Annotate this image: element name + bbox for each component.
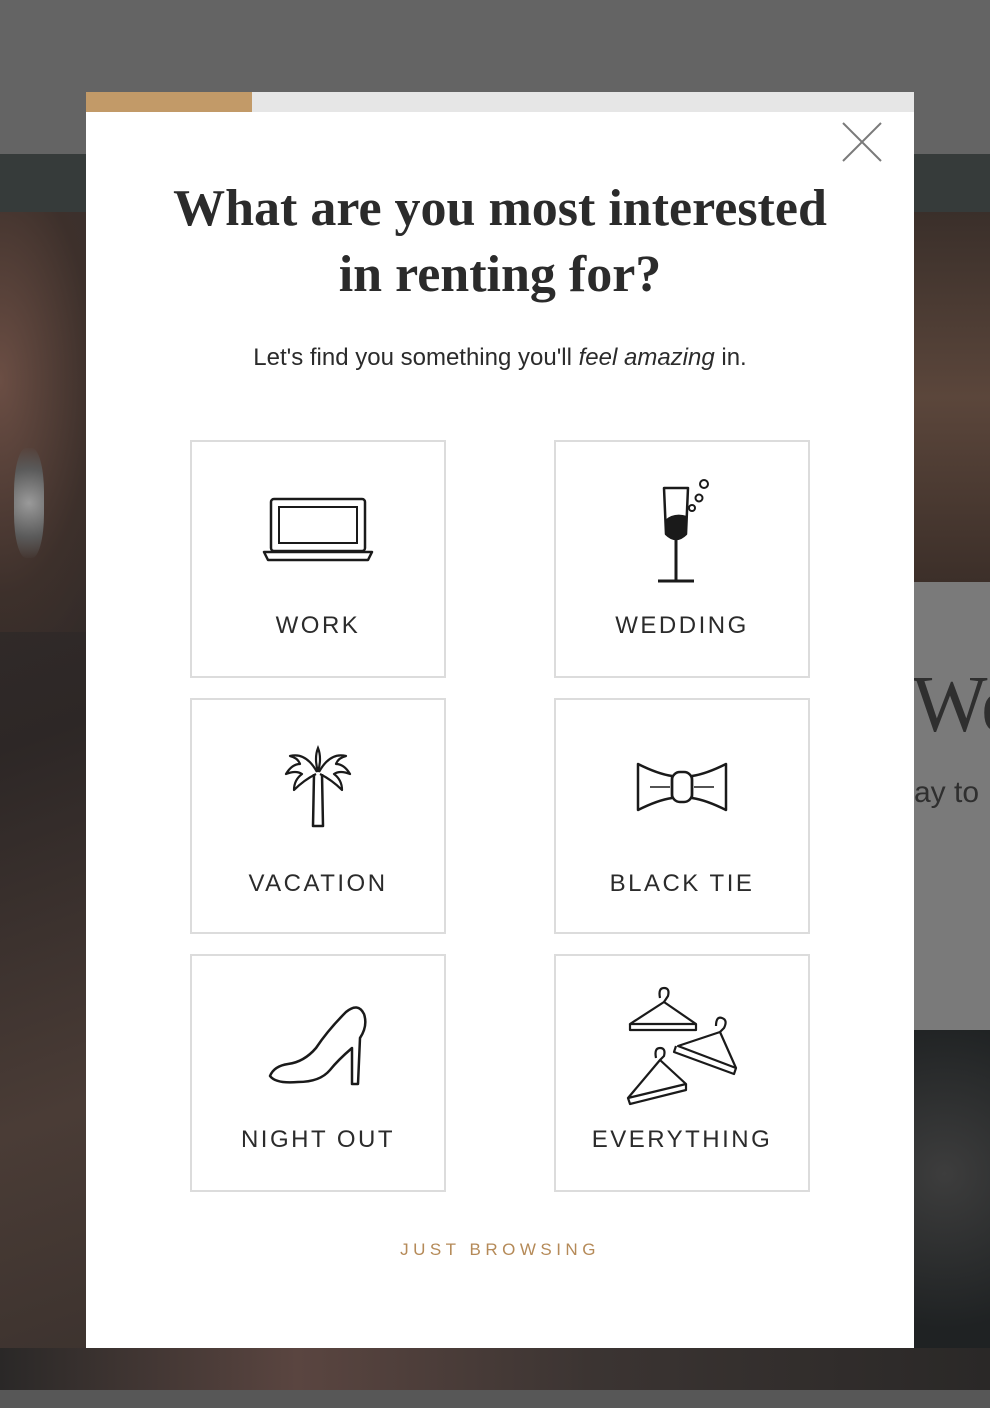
option-wedding-label: WEDDING (615, 612, 749, 639)
background-sparkle-photo (914, 1030, 990, 1390)
modal-subtitle: Let's find you something you'll feel ama… (126, 344, 874, 372)
background-right-photo (914, 212, 990, 582)
champagne-glass-icon (658, 479, 709, 583)
hangers-icon (626, 986, 738, 1106)
palm-tree-icon (284, 745, 352, 828)
option-black-tie[interactable]: BLACK TIE (554, 698, 810, 934)
just-browsing-link[interactable]: JUST BROWSING (300, 1240, 700, 1260)
option-work[interactable]: WORK (190, 440, 446, 678)
option-everything[interactable]: EVERYTHING (554, 954, 810, 1192)
option-night-out[interactable]: NIGHT OUT (190, 954, 446, 1192)
option-vacation[interactable]: VACATION (190, 698, 446, 934)
background-bottom-photo (0, 1348, 990, 1390)
bow-tie-icon (636, 762, 728, 812)
subtitle-text-end: in. (714, 344, 747, 371)
modal-title: What are you most interested in renting … (173, 180, 827, 303)
subtitle-text-start: Let's find you something you'll (253, 344, 579, 371)
background-card-title: We (914, 661, 990, 749)
background-footer (0, 1390, 990, 1408)
occasion-modal: What are you most interested in renting … (86, 92, 914, 1348)
close-button[interactable] (840, 120, 884, 164)
option-vacation-label: VACATION (248, 870, 388, 897)
background-earring (14, 448, 44, 558)
close-icon (842, 122, 882, 162)
option-work-label: WORK (275, 612, 361, 639)
option-night-out-label: NIGHT OUT (240, 1126, 396, 1153)
high-heel-icon (268, 1006, 367, 1086)
option-everything-label: EVERYTHING (591, 1126, 773, 1153)
option-black-tie-label: BLACK TIE (609, 870, 755, 897)
progress-bar (86, 92, 914, 112)
laptop-icon (262, 497, 374, 562)
option-wedding[interactable]: WEDDING (554, 440, 810, 678)
subtitle-emphasis: feel amazing (578, 344, 715, 371)
progress-bar-fill (86, 92, 252, 112)
background-promo-card-text-clip: We ay to (914, 582, 990, 1030)
background-card-text: ay to (914, 776, 980, 809)
